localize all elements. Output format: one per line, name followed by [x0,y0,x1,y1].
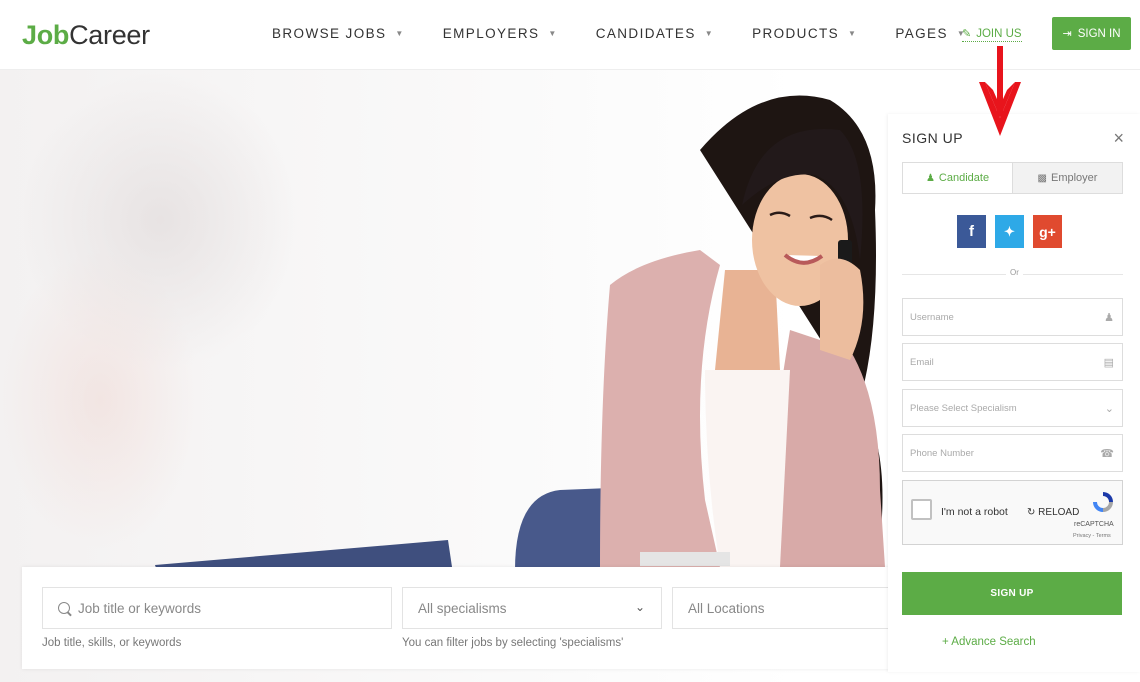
chevron-down-icon: ⌄ [634,600,645,614]
nav-item-employers[interactable]: EMPLOYERS ▼ [443,26,558,41]
facebook-icon: f [969,223,974,240]
red-arrow-icon [979,46,1021,136]
tab-employer[interactable]: ▩ Employer [1012,163,1122,193]
sign-in-icon: ⇥ [1062,28,1072,40]
main-nav: BROWSE JOBS ▼ EMPLOYERS ▼ CANDIDATES ▼ PROD… [272,26,1004,41]
nav-item-candidates[interactable]: CANDIDATES ▼ [596,26,714,41]
site-logo[interactable]: JobCareer [22,20,150,51]
nav-label: BROWSE JOBS [272,26,387,41]
pencil-icon: ✎ [962,28,972,40]
signup-modal: SIGN UP × ♟ Candidate ▩ Employer f ✦ g+ Or… [888,114,1140,672]
sign-up-button[interactable]: SIGN UP [902,572,1122,615]
recaptcha-brand: reCAPTCHA [1074,521,1114,528]
google-plus-icon: g+ [1039,223,1056,240]
logo-rest-text: Career [69,20,150,50]
username-field[interactable]: Username ♟ [902,298,1123,336]
twitter-icon: ✦ [1004,223,1015,239]
username-placeholder: Username [910,311,954,323]
reload-label: RELOAD [1038,507,1080,518]
keyword-placeholder: Job title or keywords [78,600,202,616]
tab-candidate[interactable]: ♟ Candidate [903,163,1012,193]
location-value: All Locations [688,600,765,616]
phone-icon: ☎ [1100,448,1114,460]
specialism-hint: You can filter jobs by selecting 'specia… [402,637,624,649]
social-login-buttons: f ✦ g+ [957,215,1071,248]
recaptcha-logo-icon [1093,492,1113,512]
advance-search-link[interactable]: + Advance Search [942,636,1036,648]
nav-label: EMPLOYERS [442,26,540,41]
signup-tabs: ♟ Candidate ▩ Employer [902,162,1123,194]
tab-label: Candidate [938,172,990,184]
sign-in-label: SIGN IN [1077,27,1121,40]
site-header: JobCareer BROWSE JOBS ▼ EMPLOYERS ▼ CANDID… [0,0,1140,70]
chevron-down-icon: ▼ [548,29,558,38]
phone-field[interactable]: Phone Number ☎ [902,434,1123,472]
location-select[interactable]: All Locations [672,587,892,629]
nav-item-browse-jobs[interactable]: BROWSE JOBS ▼ [272,26,405,41]
recaptcha-label: I'm not a robot [941,506,1008,518]
specialism-select[interactable]: All specialisms ⌄ [402,587,662,629]
keyword-search-input[interactable]: Job title or keywords [42,587,392,629]
recaptcha-widget: I'm not a robot ↻ RELOAD reCAPTCHA Priva… [902,480,1123,545]
email-placeholder: Email [910,356,934,368]
recaptcha-reload-button[interactable]: ↻ RELOAD [1027,507,1079,518]
search-icon [58,602,70,614]
chevron-down-icon: ⌄ [1104,403,1114,415]
specialism-placeholder: Please Select Specialism [910,402,1017,414]
nav-label: PAGES [895,26,948,41]
nav-label: CANDIDATES [595,26,696,41]
join-us-link[interactable]: ✎ JOIN US [962,27,1022,42]
logo-bold-text: Job [22,20,70,50]
chevron-down-icon: ▼ [704,29,715,38]
recaptcha-terms-link[interactable]: Privacy - Terms [1073,533,1111,539]
facebook-button[interactable]: f [957,215,986,248]
chevron-down-icon: ▼ [848,29,858,38]
google-plus-button[interactable]: g+ [1033,215,1062,248]
user-icon: ♟ [1104,312,1114,324]
nav-label: PRODUCTS [752,26,840,41]
nav-item-pages[interactable]: PAGES ▼ [895,26,966,41]
chevron-down-icon: ▼ [395,29,405,38]
reload-icon: ↻ [1027,507,1039,518]
specialism-value: All specialisms [418,600,507,616]
recaptcha-checkbox[interactable] [911,499,932,520]
close-icon[interactable]: × [1113,128,1124,149]
add-user-icon: ♟ [925,172,935,184]
phone-placeholder: Phone Number [910,447,974,459]
keyword-hint: Job title, skills, or keywords [42,637,182,649]
specialism-field[interactable]: Please Select Specialism ⌄ [902,389,1123,427]
twitter-button[interactable]: ✦ [995,215,1024,248]
nav-item-products[interactable]: PRODUCTS ▼ [752,26,857,41]
email-field[interactable]: Email ▤ [902,343,1123,381]
envelope-icon: ▤ [1103,357,1114,369]
or-divider-text: Or [1006,268,1023,277]
signup-title: SIGN UP [902,130,964,146]
briefcase-icon: ▩ [1037,172,1047,184]
join-us-label: JOIN US [976,27,1022,40]
tab-label: Employer [1050,172,1098,184]
sign-in-button[interactable]: ⇥ SIGN IN [1052,17,1131,50]
